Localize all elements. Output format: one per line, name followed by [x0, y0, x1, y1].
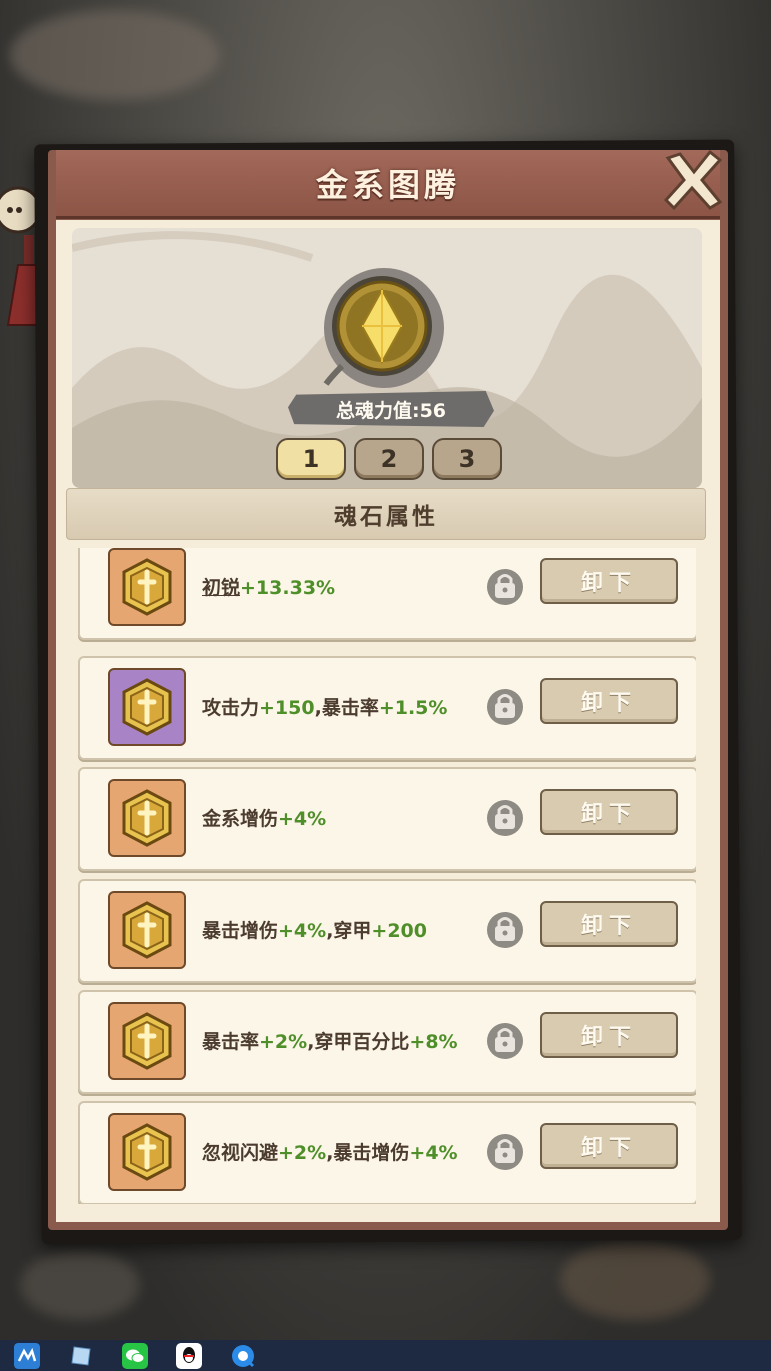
- metal-totem-emblem-icon: [323, 268, 444, 388]
- attribute-name: 暴击率: [202, 1031, 260, 1053]
- soulstone-gem-icon: [122, 558, 172, 616]
- unequip-button[interactable]: 卸下: [540, 1123, 678, 1169]
- soulstone-attribute-text: 初锐+13.33%: [202, 548, 335, 638]
- soulstone-attribute-text: 暴击率+2%,穿甲百分比+8%: [202, 992, 458, 1092]
- attribute-value: +4%: [409, 1142, 458, 1164]
- soulstone-attribute-text: 忽视闪避+2%,暴击增伤+4%: [202, 1103, 458, 1203]
- soulstone-slot[interactable]: [108, 779, 186, 857]
- attribute-value: +200: [371, 920, 428, 942]
- soulstone-attribute-text: 金系增伤+4%: [202, 769, 326, 869]
- attribute-name: 暴击增伤: [202, 920, 279, 942]
- attribute-value: +8%: [409, 1031, 458, 1053]
- attribute-value: +4%: [278, 808, 327, 830]
- soulstone-attribute-text: 攻击力+150,暴击率+1.5%: [202, 658, 447, 758]
- close-icon[interactable]: [660, 148, 724, 212]
- unequip-button[interactable]: 卸下: [540, 901, 678, 947]
- background-blur-shape: [10, 10, 220, 100]
- soulstone-gem-icon: [122, 1123, 172, 1181]
- soulstone-slot[interactable]: [108, 668, 186, 746]
- attribute-value: +150: [259, 697, 315, 719]
- total-power-banner: 总魂力值:56: [288, 391, 494, 427]
- soulstone-attributes-header: 魂石属性: [66, 488, 706, 540]
- unequip-button[interactable]: 卸下: [540, 789, 678, 835]
- soulstone-row: 金系增伤+4% 卸下: [78, 767, 696, 871]
- browser-icon[interactable]: [230, 1343, 256, 1369]
- soulstone-gem-icon: [122, 678, 172, 736]
- unequip-button[interactable]: 卸下: [540, 678, 678, 724]
- attribute-name: ,穿甲: [326, 920, 372, 942]
- soulstone-gem-icon: [122, 1012, 172, 1070]
- lock-icon[interactable]: [486, 911, 524, 949]
- soulstone-gem-icon: [122, 789, 172, 847]
- system-taskbar: [0, 1340, 771, 1371]
- soulstone-slot[interactable]: [108, 891, 186, 969]
- attribute-name: ,暴击增伤: [326, 1142, 410, 1164]
- attribute-value: +1.5%: [378, 697, 448, 719]
- panel-title-bar: 金系图腾: [56, 150, 720, 219]
- soulstone-slot[interactable]: [108, 548, 186, 626]
- soulstone-attribute-text: 暴击增伤+4%,穿甲+200: [202, 881, 427, 981]
- notes-icon[interactable]: [68, 1343, 94, 1369]
- background-blur-shape: [560, 1240, 710, 1320]
- soulstone-row: 忽视闪避+2%,暴击增伤+4% 卸下: [78, 1101, 696, 1204]
- soulstone-row: 攻击力+150,暴击率+1.5% 卸下: [78, 656, 696, 760]
- attribute-name: 初锐: [202, 577, 241, 599]
- unequip-button[interactable]: 卸下: [540, 1012, 678, 1058]
- background-blur-shape: [20, 1250, 140, 1320]
- app-icon[interactable]: [14, 1342, 40, 1369]
- attribute-name: ,暴击率: [314, 697, 379, 719]
- lock-icon[interactable]: [486, 568, 524, 606]
- attribute-value: +2%: [278, 1142, 327, 1164]
- attribute-name: 攻击力: [202, 697, 260, 719]
- soulstone-row: 暴击增伤+4%,穿甲+200 卸下: [78, 879, 696, 983]
- total-power-label: 总魂力值:56: [335, 399, 447, 422]
- soulstone-gem-icon: [122, 901, 172, 959]
- lock-icon[interactable]: [486, 1133, 524, 1171]
- lock-icon[interactable]: [486, 799, 524, 837]
- lock-icon[interactable]: [486, 1022, 524, 1060]
- panel-title: 金系图腾: [315, 166, 460, 204]
- totem-tabs: 1 2 3: [276, 438, 502, 480]
- unequip-button[interactable]: 卸下: [540, 558, 678, 604]
- attribute-name: 忽视闪避: [202, 1142, 279, 1164]
- attribute-name: ,穿甲百分比: [307, 1031, 410, 1053]
- qq-icon[interactable]: [176, 1342, 202, 1369]
- tab-2[interactable]: 2: [354, 438, 424, 480]
- section-title: 魂石属性: [334, 504, 438, 530]
- tab-3[interactable]: 3: [432, 438, 502, 480]
- tab-1[interactable]: 1: [276, 438, 346, 480]
- lock-icon[interactable]: [486, 688, 524, 726]
- soulstone-row: 初锐+13.33% 卸下: [78, 548, 696, 640]
- soulstone-slot[interactable]: [108, 1113, 186, 1191]
- soulstone-list[interactable]: 初锐+13.33% 卸下 攻击力+150,暴击率+1.5% 卸下 金系增伤+4%…: [78, 548, 696, 1204]
- attribute-value: +4%: [278, 920, 327, 942]
- soulstone-row: 暴击率+2%,穿甲百分比+8% 卸下: [78, 990, 696, 1094]
- soulstone-slot[interactable]: [108, 1002, 186, 1080]
- attribute-value: +13.33%: [240, 577, 336, 599]
- attribute-name: 金系增伤: [202, 808, 279, 830]
- attribute-value: +2%: [259, 1031, 308, 1053]
- wechat-icon[interactable]: [122, 1342, 148, 1369]
